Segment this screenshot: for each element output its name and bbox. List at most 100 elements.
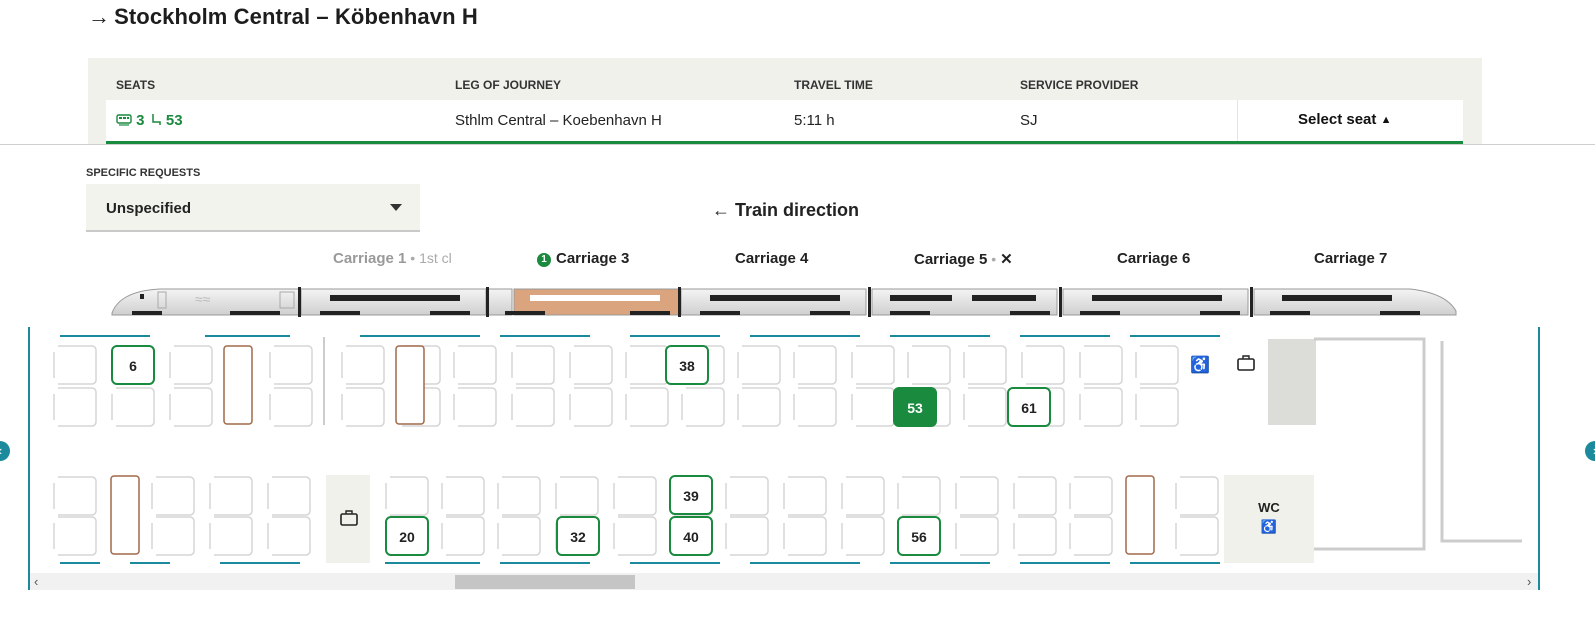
chevron-down-icon — [390, 204, 402, 211]
header-service-provider: SERVICE PROVIDER — [1020, 78, 1139, 92]
seat-number: 39 — [683, 488, 699, 504]
header-travel-time: TRAVEL TIME — [794, 78, 873, 92]
seat — [1013, 516, 1057, 556]
seat — [441, 476, 485, 516]
seat-available[interactable]: 39 — [669, 475, 713, 515]
seat — [851, 387, 895, 427]
tab-carriage-6[interactable]: Carriage 6 — [1117, 250, 1190, 267]
seat — [53, 345, 97, 385]
seat — [111, 387, 155, 427]
seat-number: 53 — [165, 112, 183, 129]
seat — [1175, 516, 1219, 556]
seat — [1135, 387, 1179, 427]
arrow-right-icon: → — [88, 4, 111, 29]
carriage-icon — [116, 114, 132, 126]
seat-map[interactable]: 6 38 61 39 20 32 40 56 53 ♿ WC ♿ — [28, 327, 1540, 590]
seat — [53, 387, 97, 427]
header-leg: LEG OF JOURNEY — [455, 78, 562, 92]
seat — [963, 345, 1007, 385]
restaurant-icon: ✕ — [1000, 251, 1013, 268]
header-seats: SEATS — [116, 78, 156, 92]
seat — [841, 476, 885, 516]
next-carriage-button[interactable]: › — [1585, 441, 1595, 461]
seat-available[interactable]: 20 — [385, 516, 429, 556]
seat — [725, 476, 769, 516]
seat — [267, 476, 311, 516]
baby-change-icon: ♿ — [1261, 519, 1277, 534]
seat-number: 20 — [399, 529, 415, 545]
tab-carriage-5[interactable]: Carriage 5 • ✕ — [914, 250, 1013, 268]
train-direction: ← Train direction — [712, 200, 860, 220]
seat — [169, 345, 213, 385]
scrollbar-thumb[interactable] — [455, 575, 635, 589]
seat — [907, 345, 951, 385]
tab-carriage-7[interactable]: Carriage 7 — [1314, 250, 1387, 267]
seat — [441, 516, 485, 556]
tab-carriage-3[interactable]: 1 Carriage 3 — [537, 250, 629, 267]
table — [1125, 475, 1155, 555]
vestibule — [1314, 337, 1426, 551]
table-row — [106, 100, 1463, 141]
select-value: Unspecified — [106, 200, 192, 217]
requests-label: SPECIFIC REQUESTS — [86, 167, 201, 179]
seat — [53, 516, 97, 556]
selection-count-badge: 1 — [537, 253, 551, 267]
table — [223, 345, 253, 425]
provider-value: SJ — [1020, 112, 1038, 129]
caret-up-icon: ▲ — [1380, 114, 1392, 126]
seat-available[interactable]: 6 — [111, 345, 155, 385]
seat — [851, 345, 895, 385]
seat-number: 40 — [683, 529, 699, 545]
seat — [511, 345, 555, 385]
seat — [497, 476, 541, 516]
seat-selected[interactable]: 53 — [893, 387, 937, 427]
seat — [453, 387, 497, 427]
seat — [841, 516, 885, 556]
seat — [1069, 476, 1113, 516]
svg-text:≈≈: ≈≈ — [195, 291, 211, 307]
travel-time-value: 5:11 h — [794, 112, 835, 129]
seat-available[interactable]: 56 — [897, 516, 941, 556]
seat — [341, 345, 385, 385]
seat-number: 32 — [570, 529, 586, 545]
seat — [793, 387, 837, 427]
seat-number: 53 — [907, 400, 923, 416]
seat — [955, 516, 999, 556]
seat-available[interactable]: 61 — [1007, 387, 1051, 427]
scroll-right-arrow[interactable]: › — [1527, 574, 1531, 589]
seat-available[interactable]: 38 — [665, 345, 709, 385]
seat — [963, 387, 1007, 427]
seat — [269, 387, 313, 427]
tab-carriage-1[interactable]: Carriage 1 • 1st cl — [333, 250, 452, 267]
seat-summary: 3 53 — [116, 112, 183, 129]
seat — [385, 476, 429, 516]
specific-requests-select[interactable]: Unspecified — [86, 184, 420, 232]
seat — [613, 476, 657, 516]
seat — [897, 476, 941, 516]
tab-carriage-4[interactable]: Carriage 4 — [735, 250, 808, 267]
chevron-left-icon: ‹ — [0, 443, 2, 458]
seat-number: 38 — [679, 358, 695, 374]
seat-map-canvas[interactable]: 6 38 61 39 20 32 40 56 53 ♿ WC ♿ — [30, 327, 1540, 590]
divider — [0, 144, 1595, 145]
seat-available[interactable]: 32 — [556, 516, 600, 556]
seat — [569, 387, 613, 427]
wc-label: WC — [1258, 500, 1280, 515]
seat-available[interactable]: 40 — [669, 516, 713, 556]
train-overview[interactable]: ≈≈ — [110, 285, 1460, 321]
seat — [151, 516, 195, 556]
previous-carriage-button[interactable]: ‹ — [0, 441, 10, 461]
seat — [1021, 345, 1065, 385]
horizontal-scrollbar[interactable] — [30, 573, 1538, 590]
seat — [613, 516, 657, 556]
seat — [169, 387, 213, 427]
leg-value: Sthlm Central – Koebenhavn H — [455, 112, 662, 129]
select-seat-button[interactable]: Select seat ▲ — [1298, 111, 1391, 128]
seat — [783, 516, 827, 556]
scroll-left-arrow[interactable]: ‹ — [34, 574, 38, 589]
seat — [453, 345, 497, 385]
arrow-left-icon: ← — [712, 200, 730, 220]
seat-icon — [151, 114, 161, 125]
seat — [497, 516, 541, 556]
seat — [1069, 516, 1113, 556]
